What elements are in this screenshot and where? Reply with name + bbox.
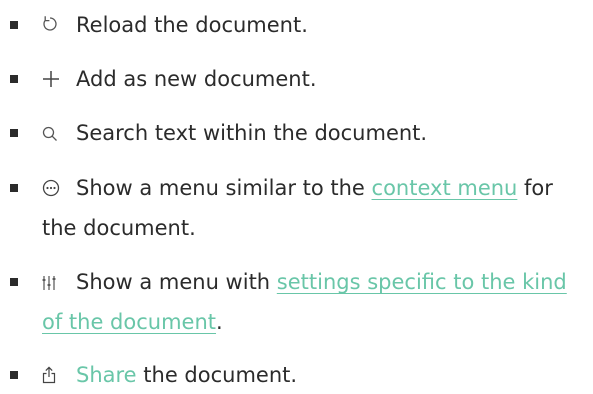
item-text-before: Show a menu similar to the	[76, 176, 372, 200]
share-link[interactable]: Share	[76, 363, 137, 387]
item-text-after: the document.	[136, 363, 298, 387]
bullet	[10, 75, 18, 83]
bullet	[10, 21, 18, 29]
item-text-before: Show a menu with	[76, 270, 277, 294]
plus-icon	[42, 60, 76, 98]
item-text: Add as new document.	[76, 67, 317, 91]
list-item-context-menu: Show a menu similar to the context menu …	[0, 168, 577, 248]
list-item-share: Share the document.	[0, 356, 577, 394]
share-icon	[42, 356, 76, 394]
list-item-search: Search text within the document.	[0, 114, 577, 152]
bullet	[10, 278, 18, 286]
item-text: Reload the document.	[76, 13, 308, 37]
item-text-after: .	[216, 310, 223, 334]
bullet	[10, 129, 18, 137]
more-icon	[42, 168, 76, 208]
item-text: Search text within the document.	[76, 121, 428, 145]
list-item-reload: Reload the document.	[0, 6, 577, 44]
list-item-add: Add as new document.	[0, 60, 577, 98]
bullet	[10, 184, 18, 192]
sliders-icon	[42, 262, 76, 302]
search-icon	[42, 114, 76, 152]
list-item-settings: Show a menu with settings specific to th…	[0, 262, 577, 342]
context-menu-link[interactable]: context menu	[372, 176, 518, 200]
reload-icon	[42, 6, 76, 44]
feature-list: Reload the document. Add as new document…	[0, 0, 593, 394]
